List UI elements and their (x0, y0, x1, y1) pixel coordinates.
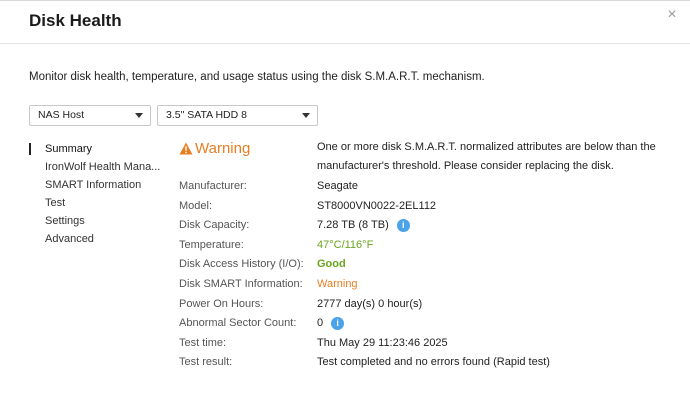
row-label: Test time: (179, 336, 227, 349)
nav-item-settings[interactable]: Settings (29, 212, 175, 230)
row-label: Temperature: (179, 238, 244, 251)
disk-access-history-value: Good (317, 258, 346, 271)
disk-smart-information-value: Warning (317, 277, 358, 290)
row-label: Disk Access History (I/O): (179, 258, 304, 271)
info-icon[interactable]: i (396, 219, 410, 233)
row-label: Disk Capacity: (179, 219, 250, 232)
abnormal-sector-count-value: 0 (317, 317, 324, 330)
row-label: Disk SMART Information: (179, 277, 303, 290)
row-label: Test result: (179, 356, 233, 369)
model-value: ST8000VN0022-2EL112 (317, 199, 437, 212)
disk-select-value: 3.5" SATA HDD 8 (166, 109, 247, 121)
disk-select[interactable]: 3.5" SATA HDD 8 (157, 105, 318, 126)
dialog-title: Disk Health (29, 11, 122, 30)
chevron-down-icon (302, 113, 310, 118)
status-message: One or more disk S.M.A.R.T. normalized a… (317, 141, 656, 172)
host-select[interactable]: NAS Host (29, 105, 151, 126)
nav-item-smart-information[interactable]: SMART Information (29, 176, 175, 194)
info-icon[interactable]: i (331, 317, 345, 331)
dialog-description: Monitor disk health, temperature, and us… (29, 71, 485, 83)
test-result-value: Test completed and no errors found (Rapi… (317, 356, 550, 369)
row-label: Model: (179, 199, 213, 212)
dialog-header: Disk Health × (0, 1, 690, 44)
temperature-value: 47°C/116°F (317, 238, 374, 251)
manufacturer-value: Seagate (317, 180, 358, 192)
row-label: Manufacturer: (179, 180, 247, 192)
chevron-down-icon (135, 113, 143, 118)
host-select-value: NAS Host (38, 109, 85, 121)
nav-item-test[interactable]: Test (29, 194, 175, 212)
status-text: Warning (195, 139, 251, 157)
status-heading: Warning (179, 138, 250, 158)
row-label: Abnormal Sector Count: (179, 317, 297, 330)
power-on-hours-value: 2777 day(s) 0 hour(s) (317, 297, 423, 310)
test-time-value: Thu May 29 11:23:46 2025 (317, 336, 448, 349)
nav-item-advanced[interactable]: Advanced (29, 230, 175, 248)
row-label: Power On Hours: (179, 297, 264, 310)
side-nav: Summary IronWolf Health Mana... SMART In… (29, 140, 175, 248)
nav-item-summary[interactable]: Summary (29, 140, 175, 158)
disk-capacity-value: 7.28 TB (8 TB) (317, 219, 389, 232)
close-icon[interactable]: × (664, 7, 680, 23)
warning-triangle-icon (179, 142, 193, 154)
disk-health-dialog: Disk Health × Monitor disk health, tempe… (0, 0, 690, 409)
nav-item-ironwolf-health[interactable]: IronWolf Health Mana... (29, 158, 175, 176)
